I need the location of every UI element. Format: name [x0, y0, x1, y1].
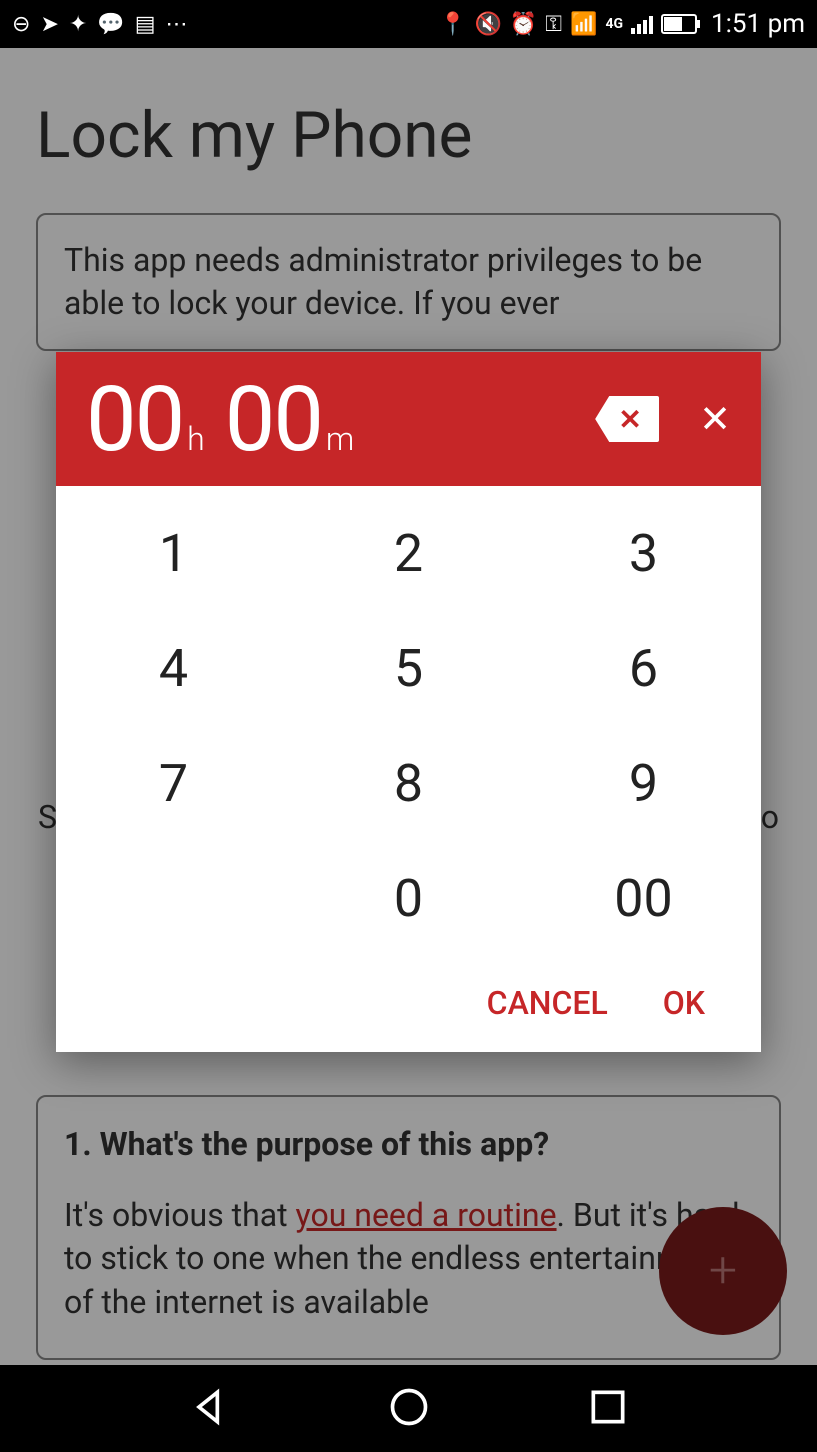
keypad-1[interactable]: 1: [56, 496, 291, 611]
keypad-6[interactable]: 6: [526, 611, 761, 726]
keypad-5[interactable]: 5: [291, 611, 526, 726]
status-left-icons: ⊖ ➤ ✦ 💬 ▤ ⋯: [12, 12, 188, 37]
keypad: 1 2 3 4 5 6 7 8 9 0 00: [56, 486, 761, 966]
key-icon: ⚿: [545, 12, 562, 37]
close-icon: ✕: [699, 398, 731, 442]
close-button[interactable]: ✕: [699, 397, 731, 442]
time-display: 00 h 00 m: [86, 367, 372, 472]
chat-icon: 💬: [97, 12, 124, 37]
minutes-unit: m: [326, 420, 354, 458]
backspace-button[interactable]: ✕: [595, 396, 659, 442]
recents-button[interactable]: [586, 1385, 630, 1433]
stack-icon: ▤: [135, 12, 156, 37]
location-icon: 📍: [439, 12, 466, 37]
network-label: 4G: [605, 16, 623, 32]
status-right-icons: 📍 🔇 ⏰ ⚿ 📶 4G 1:51 pm: [439, 9, 805, 39]
backspace-icon: ✕: [618, 403, 641, 436]
navigation-bar: [0, 1365, 817, 1452]
home-button[interactable]: [387, 1385, 431, 1433]
dialog-header-actions: ✕ ✕: [595, 396, 731, 442]
more-icon: ⋯: [166, 12, 188, 37]
signal-icon: [631, 14, 653, 34]
wifi-icon: 📶: [570, 12, 597, 37]
dnd-icon: ⊖: [12, 12, 30, 37]
back-button[interactable]: [188, 1385, 232, 1433]
status-bar: ⊖ ➤ ✦ 💬 ▤ ⋯ 📍 🔇 ⏰ ⚿ 📶 4G 1:51 pm: [0, 0, 817, 48]
send-icon: ➤: [40, 12, 58, 37]
minutes-value: 00: [225, 367, 322, 472]
mute-icon: 🔇: [474, 12, 501, 37]
time-picker-dialog: 00 h 00 m ✕ ✕ 1 2 3 4 5 6 7 8 9 0 00 CAN…: [56, 352, 761, 1052]
battery-icon: [661, 14, 697, 34]
keypad-8[interactable]: 8: [291, 726, 526, 841]
dialog-header: 00 h 00 m ✕ ✕: [56, 352, 761, 486]
status-time: 1:51 pm: [711, 9, 805, 39]
keypad-0[interactable]: 0: [291, 841, 526, 956]
alarm-icon: ⏰: [510, 12, 537, 37]
ok-button[interactable]: OK: [663, 984, 705, 1022]
sync-icon: ✦: [69, 12, 87, 37]
hours-value: 00: [86, 367, 183, 472]
keypad-00[interactable]: 00: [526, 841, 761, 956]
keypad-7[interactable]: 7: [56, 726, 291, 841]
dialog-actions: CANCEL OK: [56, 966, 761, 1052]
keypad-2[interactable]: 2: [291, 496, 526, 611]
cancel-button[interactable]: CANCEL: [487, 984, 608, 1022]
hours-unit: h: [187, 420, 205, 458]
keypad-9[interactable]: 9: [526, 726, 761, 841]
keypad-3[interactable]: 3: [526, 496, 761, 611]
keypad-4[interactable]: 4: [56, 611, 291, 726]
